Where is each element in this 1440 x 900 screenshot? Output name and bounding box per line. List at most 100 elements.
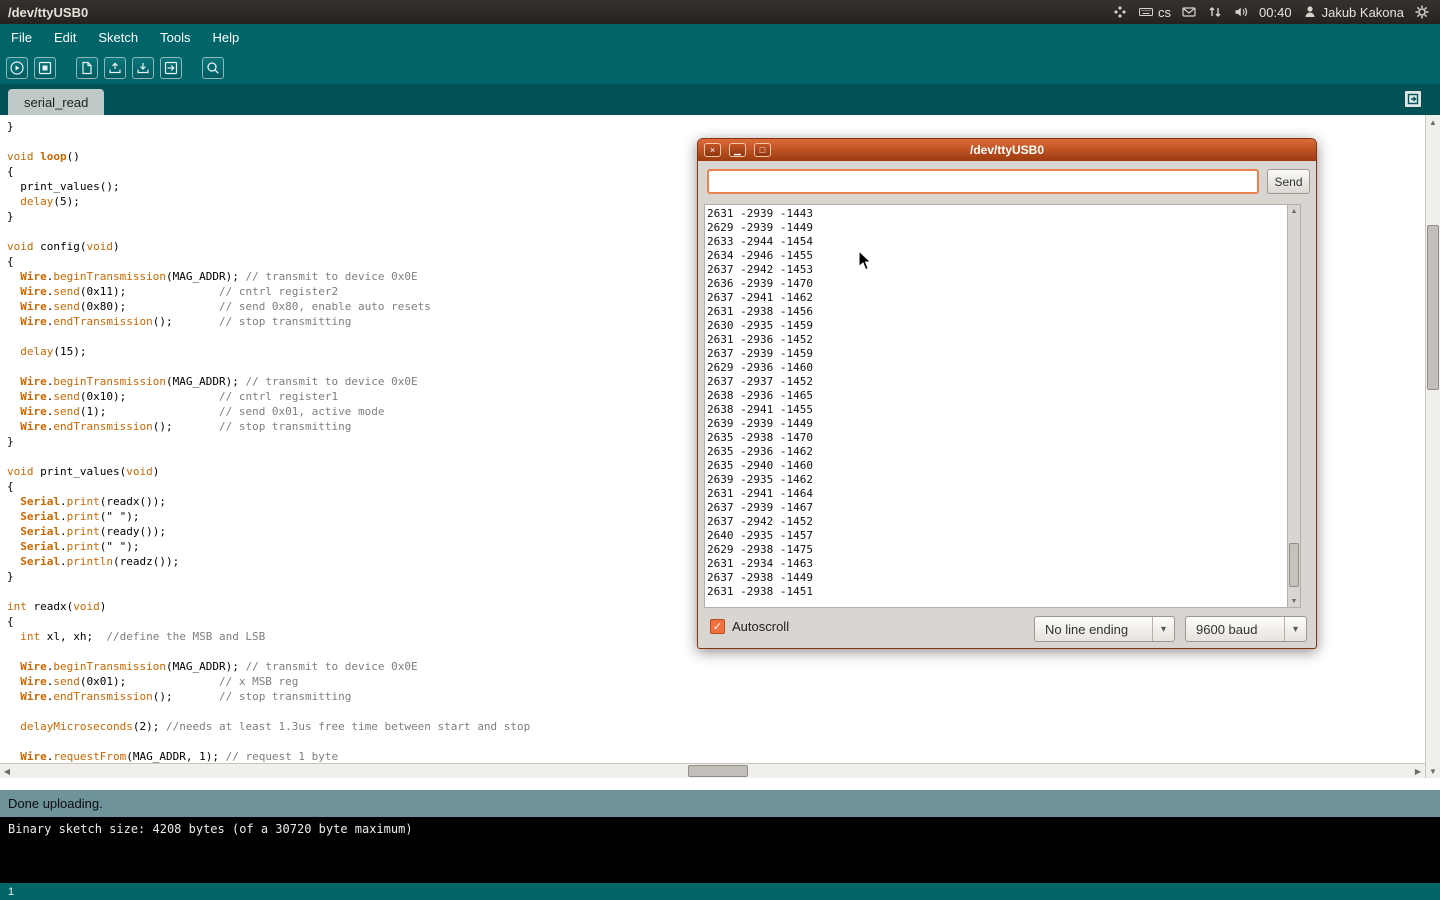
code-line: Wire.send(0x01); // x MSB reg xyxy=(7,674,1425,689)
open-sketch-button[interactable] xyxy=(104,57,126,79)
serial-line: 2631 -2941 -1464 xyxy=(707,487,1285,501)
serial-line: 2631 -2939 -1443 xyxy=(707,207,1285,221)
menu-item-file[interactable]: File xyxy=(0,25,43,50)
serial-line: 2637 -2937 -1452 xyxy=(707,375,1285,389)
serial-line: 2629 -2936 -1460 xyxy=(707,361,1285,375)
serial-line: 2637 -2938 -1449 xyxy=(707,571,1285,585)
serial-line: 2638 -2936 -1465 xyxy=(707,389,1285,403)
mail-icon xyxy=(1181,4,1197,20)
line-ending-value: No line ending xyxy=(1035,622,1152,637)
serial-line: 2638 -2941 -1455 xyxy=(707,403,1285,417)
serial-send-input[interactable] xyxy=(707,169,1259,194)
speaker-icon xyxy=(1233,4,1249,20)
line-ending-dropdown[interactable]: No line ending ▾ xyxy=(1034,616,1175,642)
clock-indicator[interactable]: 00:40 xyxy=(1259,5,1292,20)
volume-indicator[interactable] xyxy=(1233,4,1249,20)
new-sketch-button[interactable] xyxy=(76,57,98,79)
tab-strip: serial_read xyxy=(0,84,1440,115)
toolbar xyxy=(0,51,1440,84)
line-number-strip: 1 xyxy=(0,883,1440,900)
serial-line: 2631 -2938 -1456 xyxy=(707,305,1285,319)
scroll-up-icon[interactable]: ▲ xyxy=(1426,115,1440,129)
console-text: Binary sketch size: 4208 bytes (of a 307… xyxy=(8,822,413,836)
save-sketch-button[interactable] xyxy=(132,57,154,79)
magnifier-icon xyxy=(205,60,221,76)
serial-line: 2637 -2942 -1452 xyxy=(707,515,1285,529)
minimize-icon[interactable]: ▁ xyxy=(729,143,746,157)
keyboard-layout-indicator[interactable]: cs xyxy=(1138,4,1171,20)
status-message: Done uploading. xyxy=(8,796,103,811)
panel-window-title: /dev/ttyUSB0 xyxy=(0,5,88,20)
serial-monitor-window: /dev/ttyUSB0 × ▁ □ Send 2631 -2939 -1443… xyxy=(697,138,1317,649)
clock-label: 00:40 xyxy=(1259,5,1292,20)
serial-line: 2640 -2935 -1457 xyxy=(707,529,1285,543)
upload-right-arrow-icon xyxy=(163,60,179,76)
menu-item-help[interactable]: Help xyxy=(201,25,250,50)
mail-indicator[interactable] xyxy=(1181,4,1197,20)
editor-horizontal-scrollbar[interactable]: ◀ ▶ xyxy=(0,763,1425,778)
autoscroll-label: Autoscroll xyxy=(732,619,789,634)
baud-rate-dropdown[interactable]: 9600 baud ▾ xyxy=(1185,616,1307,642)
serial-scroll-thumb[interactable] xyxy=(1289,543,1299,587)
session-indicator[interactable] xyxy=(1414,4,1430,20)
stop-button[interactable] xyxy=(34,57,56,79)
menu-item-tools[interactable]: Tools xyxy=(149,25,201,50)
scroll-right-icon[interactable]: ▶ xyxy=(1411,764,1425,778)
username-label: Jakub Kakona xyxy=(1322,5,1404,20)
keyboard-icon xyxy=(1138,4,1154,20)
autoscroll-checkbox[interactable]: ✓ xyxy=(710,619,725,634)
code-line xyxy=(7,704,1425,719)
serial-line: 2639 -2935 -1462 xyxy=(707,473,1285,487)
gear-icon xyxy=(1414,4,1430,20)
user-indicator[interactable]: Jakub Kakona xyxy=(1302,4,1404,20)
serial-scrollbar[interactable]: ▲ ▼ xyxy=(1287,205,1300,607)
serial-monitor-titlebar[interactable]: /dev/ttyUSB0 xyxy=(698,139,1316,161)
code-line xyxy=(7,734,1425,749)
serial-monitor-title: /dev/ttyUSB0 xyxy=(970,143,1044,157)
verify-button[interactable] xyxy=(6,57,28,79)
serial-line: 2631 -2938 -1451 xyxy=(707,585,1285,599)
menu-item-sketch[interactable]: Sketch xyxy=(87,25,149,50)
serial-scroll-up-icon[interactable]: ▲ xyxy=(1288,205,1300,217)
maximize-icon[interactable]: □ xyxy=(754,143,771,157)
serial-output-area: 2631 -2939 -14432629 -2939 -14492633 -29… xyxy=(704,204,1301,608)
tab-serial-read[interactable]: serial_read xyxy=(8,89,104,115)
keyboard-layout-label: cs xyxy=(1158,5,1171,20)
serial-line: 2631 -2934 -1463 xyxy=(707,557,1285,571)
editor-vertical-scrollbar[interactable]: ▲ ▼ xyxy=(1425,115,1440,778)
tab-menu-button[interactable] xyxy=(1404,90,1422,108)
close-icon[interactable]: × xyxy=(704,143,721,157)
play-circle-icon xyxy=(9,60,25,76)
status-bar: Done uploading. xyxy=(0,790,1440,817)
upload-button[interactable] xyxy=(160,57,182,79)
save-down-arrow-icon xyxy=(135,60,151,76)
gnome-panel: /dev/ttyUSB0 cs xyxy=(0,0,1440,24)
chevron-down-icon[interactable]: ▾ xyxy=(1284,617,1306,641)
menu-item-edit[interactable]: Edit xyxy=(43,25,87,50)
baud-rate-value: 9600 baud xyxy=(1186,622,1284,637)
serial-monitor-controls: ✓ Autoscroll No line ending ▾ 9600 baud … xyxy=(698,616,1316,644)
send-button[interactable]: Send xyxy=(1267,169,1310,194)
scroll-left-icon[interactable]: ◀ xyxy=(0,764,14,778)
indicator-applet-icon[interactable] xyxy=(1112,4,1128,20)
serial-lines: 2631 -2939 -14432629 -2939 -14492633 -29… xyxy=(707,207,1285,607)
code-line: delayMicroseconds(2); //needs at least 1… xyxy=(7,719,1425,734)
serial-line: 2636 -2939 -1470 xyxy=(707,277,1285,291)
tab-menu-icon xyxy=(1407,93,1419,105)
editor-hscroll-thumb[interactable] xyxy=(688,765,748,777)
serial-line: 2635 -2940 -1460 xyxy=(707,459,1285,473)
serial-line: 2631 -2936 -1452 xyxy=(707,333,1285,347)
editor-vscroll-thumb[interactable] xyxy=(1427,225,1439,390)
code-line: Wire.requestFrom(MAG_ADDR, 1); // reques… xyxy=(7,749,1425,763)
console-output: Binary sketch size: 4208 bytes (of a 307… xyxy=(0,817,1440,883)
scroll-down-icon[interactable]: ▼ xyxy=(1426,764,1440,778)
code-line: } xyxy=(7,119,1425,134)
serial-line: 2639 -2939 -1449 xyxy=(707,417,1285,431)
serial-scroll-down-icon[interactable]: ▼ xyxy=(1288,595,1300,607)
serial-line: 2633 -2944 -1454 xyxy=(707,235,1285,249)
current-line-number: 1 xyxy=(8,886,14,898)
network-indicator[interactable] xyxy=(1207,4,1223,20)
serial-monitor-button[interactable] xyxy=(202,57,224,79)
new-file-icon xyxy=(79,60,95,76)
chevron-down-icon[interactable]: ▾ xyxy=(1152,617,1174,641)
